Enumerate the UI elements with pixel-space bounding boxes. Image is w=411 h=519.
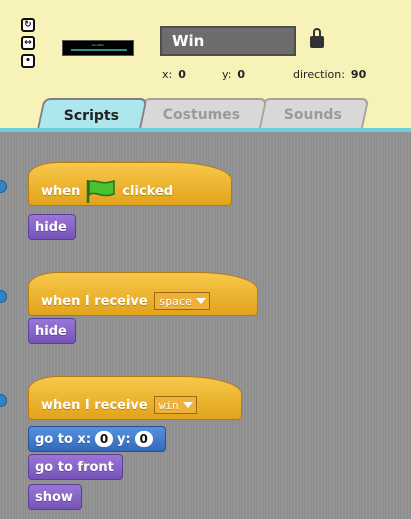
tab-costumes[interactable]: Costumes xyxy=(136,98,268,130)
go-to-xy-block[interactable]: go to x: 0 y: 0 xyxy=(28,426,166,452)
chevron-down-icon xyxy=(182,402,193,408)
scroll-marker xyxy=(0,394,7,407)
y-input[interactable]: 0 xyxy=(134,431,153,447)
tab-divider xyxy=(0,128,411,132)
no-rotation-icon[interactable]: • xyxy=(21,54,35,68)
when-flag-clicked-block[interactable]: when clicked xyxy=(28,162,232,206)
when-i-receive-block[interactable]: when I receive space xyxy=(28,272,258,316)
scroll-marker xyxy=(0,180,7,193)
hide-block[interactable]: hide xyxy=(28,318,76,344)
message-dropdown[interactable]: space xyxy=(153,292,210,310)
show-block[interactable]: show xyxy=(28,484,82,510)
lock-icon[interactable] xyxy=(310,28,324,48)
when-i-receive-block[interactable]: when I receive win xyxy=(28,376,242,420)
hat-text: when I receive xyxy=(41,293,148,309)
direction-readout: direction: 90 xyxy=(293,68,366,81)
x-label: x: xyxy=(162,68,173,81)
green-flag-icon xyxy=(87,179,116,203)
go-to-front-block[interactable]: go to front xyxy=(28,454,123,480)
scripts-area[interactable]: when clicked hide when I receive space h… xyxy=(0,132,411,519)
hide-block[interactable]: hide xyxy=(28,214,76,240)
y-label: y: xyxy=(222,68,232,81)
sprite-thumbnail-text: You Win! xyxy=(91,43,105,47)
tab-sounds[interactable]: Sounds xyxy=(256,98,370,130)
direction-value: 90 xyxy=(350,68,367,81)
x-value: 0 xyxy=(178,68,186,81)
x-coordinate: x: 0 xyxy=(162,68,186,81)
message-dropdown[interactable]: win xyxy=(153,396,197,414)
chevron-down-icon xyxy=(195,298,206,304)
left-right-flip-icon[interactable]: ↔ xyxy=(21,36,35,50)
y-value: 0 xyxy=(237,68,246,81)
y-coordinate: y: 0 xyxy=(222,68,245,81)
rotate-all-around-icon[interactable]: ↻ xyxy=(21,18,35,32)
x-input[interactable]: 0 xyxy=(95,431,114,447)
sprite-thumbnail: You Win! xyxy=(62,40,134,56)
tab-scripts[interactable]: Scripts xyxy=(36,98,148,132)
sprite-name-field[interactable]: Win xyxy=(160,26,296,56)
direction-label: direction: xyxy=(293,68,345,81)
hat-text: when I receive xyxy=(41,397,148,413)
hat-text-clicked: clicked xyxy=(122,183,174,199)
scroll-marker xyxy=(0,290,7,303)
hat-text-when: when xyxy=(41,183,81,199)
